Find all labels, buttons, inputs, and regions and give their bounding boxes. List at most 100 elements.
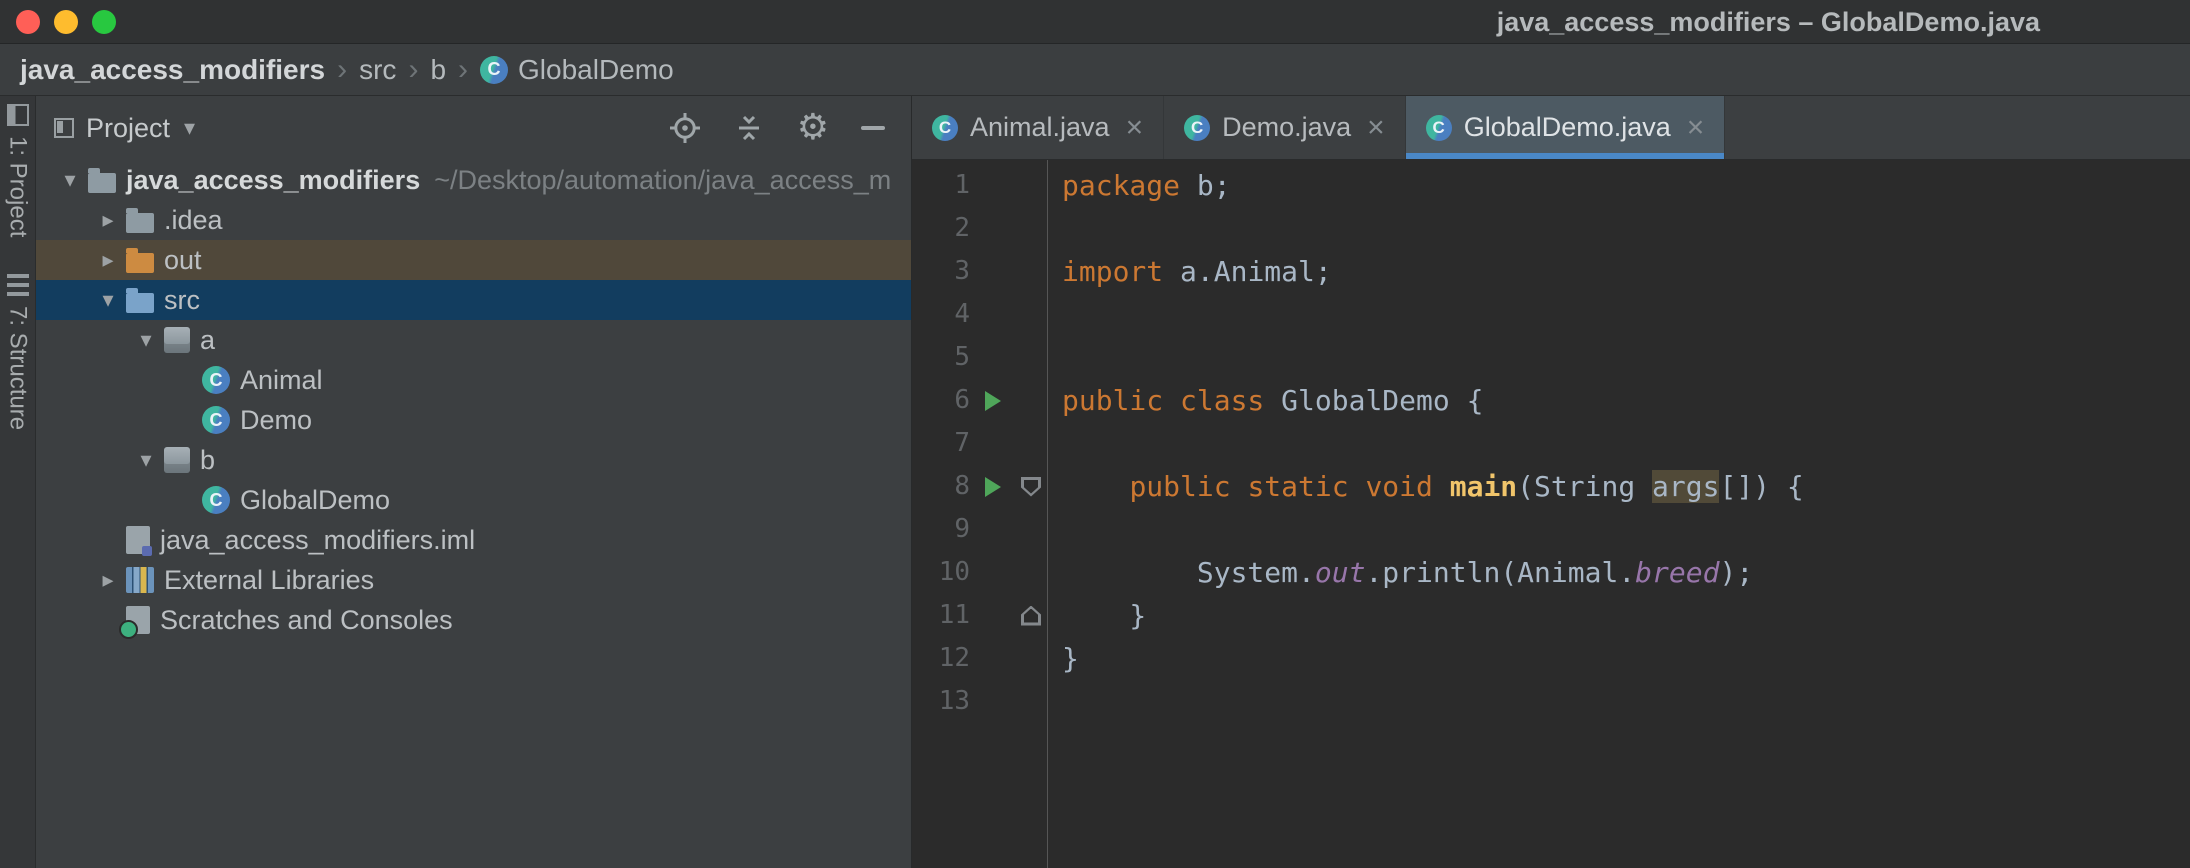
gutter-line: 4	[918, 293, 1047, 336]
tree-label: out	[164, 244, 202, 275]
gutter-line: 7	[918, 422, 1047, 465]
class-icon: C	[932, 114, 958, 141]
fold-marker[interactable]	[1016, 477, 1046, 497]
expand-arrow[interactable]: ▾	[90, 287, 126, 313]
tree-item[interactable]: ▾ java_access_modifiers ~/Desktop/automati…	[36, 160, 911, 200]
code-token: package	[1062, 169, 1181, 202]
code-line[interactable]	[1062, 336, 2190, 379]
gutter: 1 2 3 4 5 6 7 8 9 10 11 12 13	[912, 160, 1048, 868]
hide-panel-icon[interactable]	[861, 126, 885, 130]
line-number[interactable]: 9	[918, 508, 970, 551]
tree-item[interactable]: ▸ .idea	[36, 200, 911, 240]
line-number[interactable]: 4	[918, 293, 970, 336]
code-line[interactable]: package b;	[1062, 164, 2190, 207]
scratches-icon	[119, 606, 150, 639]
ide-window: java_access_modifiers – GlobalDemo.java …	[0, 0, 2190, 868]
class-icon: C	[1425, 114, 1452, 141]
line-number[interactable]: 10	[918, 551, 970, 594]
code-line[interactable]: }	[1062, 594, 2190, 637]
line-number[interactable]: 6	[918, 379, 970, 422]
gutter-line: 9	[918, 508, 1047, 551]
close-window-button[interactable]	[16, 10, 40, 34]
tree-item[interactable]: ▸ out	[36, 240, 911, 280]
code-token: }	[1062, 599, 1147, 632]
line-number[interactable]: 2	[918, 207, 970, 250]
tree-label: Animal	[240, 364, 323, 395]
expand-arrow[interactable]: ▾	[128, 447, 164, 473]
breadcrumb-item[interactable]: java_access_modifiers	[20, 54, 325, 86]
stripe-button[interactable]: 7: Structure	[0, 274, 35, 430]
tree-item[interactable]: java_access_modifiers.iml	[36, 520, 911, 560]
code-line[interactable]	[1062, 508, 2190, 551]
tree-item[interactable]: ▾ b	[36, 440, 911, 480]
minimize-window-button[interactable]	[54, 10, 78, 34]
breadcrumb-item[interactable]: C GlobalDemo	[480, 54, 674, 86]
code-line[interactable]: System.out.println(Animal.breed);	[1062, 551, 2190, 594]
expand-arrow[interactable]: ▾	[128, 327, 164, 353]
code-line[interactable]	[1062, 207, 2190, 250]
run-button[interactable]	[970, 476, 1016, 497]
editor-tab[interactable]: C GlobalDemo.java ×	[1405, 96, 1726, 159]
expand-arrow[interactable]: ▸	[90, 207, 126, 233]
breadcrumb-item[interactable]: b	[430, 54, 446, 86]
line-number[interactable]: 8	[918, 465, 970, 508]
tree-label: GlobalDemo	[240, 484, 391, 515]
expand-arrow[interactable]: ▸	[90, 247, 126, 273]
gutter-line: 8	[918, 465, 1047, 508]
tree-item[interactable]: ▾ a	[36, 320, 911, 360]
line-number[interactable]: 7	[918, 422, 970, 465]
code-token: (String	[1517, 470, 1653, 503]
tool-window-icon	[6, 104, 29, 126]
tree-label: src	[164, 284, 200, 315]
code-line[interactable]: import a.Animal;	[1062, 250, 2190, 293]
traffic-lights	[16, 10, 116, 34]
folder-src-icon	[126, 287, 154, 313]
stripe-button[interactable]: 1: Project	[0, 104, 35, 237]
tree-item[interactable]: ▸ External Libraries	[36, 560, 911, 600]
close-icon[interactable]: ×	[1687, 112, 1705, 143]
breadcrumb-separator: ›	[337, 52, 348, 86]
editor-tab[interactable]: C Demo.java ×	[1164, 96, 1406, 159]
title-bar[interactable]: java_access_modifiers – GlobalDemo.java	[0, 0, 2190, 44]
line-number[interactable]: 13	[918, 680, 970, 723]
tree-path-suffix: ~/Desktop/automation/java_access_m	[434, 164, 892, 195]
tree-item[interactable]: Scratches and Consoles	[36, 600, 911, 640]
tree-item[interactable]: C Demo	[36, 400, 911, 440]
code-token: GlobalDemo {	[1281, 384, 1484, 417]
breadcrumb-label: b	[430, 53, 447, 85]
line-number[interactable]: 5	[918, 336, 970, 379]
locate-file-icon[interactable]	[669, 112, 701, 144]
expand-arrow[interactable]: ▸	[90, 567, 126, 593]
stripe-label: 7: Structure	[4, 306, 32, 431]
close-icon[interactable]: ×	[1367, 112, 1385, 143]
collapse-all-icon[interactable]	[733, 112, 765, 144]
breadcrumb-label: GlobalDemo	[518, 53, 674, 85]
tree-item[interactable]: C GlobalDemo	[36, 480, 911, 520]
line-number[interactable]: 11	[918, 594, 970, 637]
run-button[interactable]	[970, 390, 1016, 411]
code-line[interactable]: }	[1062, 637, 2190, 680]
code-token: a.Animal;	[1163, 255, 1332, 288]
gear-icon[interactable]: ⚙	[797, 110, 829, 146]
code-line[interactable]	[1062, 293, 2190, 336]
breadcrumb-item[interactable]: src	[359, 54, 396, 86]
code-line[interactable]	[1062, 422, 2190, 465]
close-icon[interactable]: ×	[1126, 112, 1144, 143]
code-line[interactable]: public static void main(String args[]) {	[1062, 465, 2190, 508]
tree-item[interactable]: C Animal	[36, 360, 911, 400]
code-line[interactable]: public class GlobalDemo {	[1062, 379, 2190, 422]
project-root-icon	[88, 167, 116, 193]
chevron-down-icon[interactable]: ▾	[184, 115, 195, 141]
line-number[interactable]: 12	[918, 637, 970, 680]
line-number[interactable]: 1	[918, 164, 970, 207]
line-number[interactable]: 3	[918, 250, 970, 293]
tree-item[interactable]: ▾ src	[36, 280, 911, 320]
editor-tab[interactable]: C Animal.java ×	[912, 96, 1165, 159]
tree-label: External Libraries	[164, 564, 375, 595]
code-line[interactable]	[1062, 680, 2190, 723]
expand-arrow[interactable]: ▾	[52, 167, 88, 193]
zoom-window-button[interactable]	[92, 10, 116, 34]
fold-marker[interactable]	[1016, 606, 1046, 626]
project-panel-header: Project ▾ ⚙	[36, 96, 911, 160]
code-area[interactable]: package b; import a.Animal; public class G…	[1048, 160, 2190, 868]
